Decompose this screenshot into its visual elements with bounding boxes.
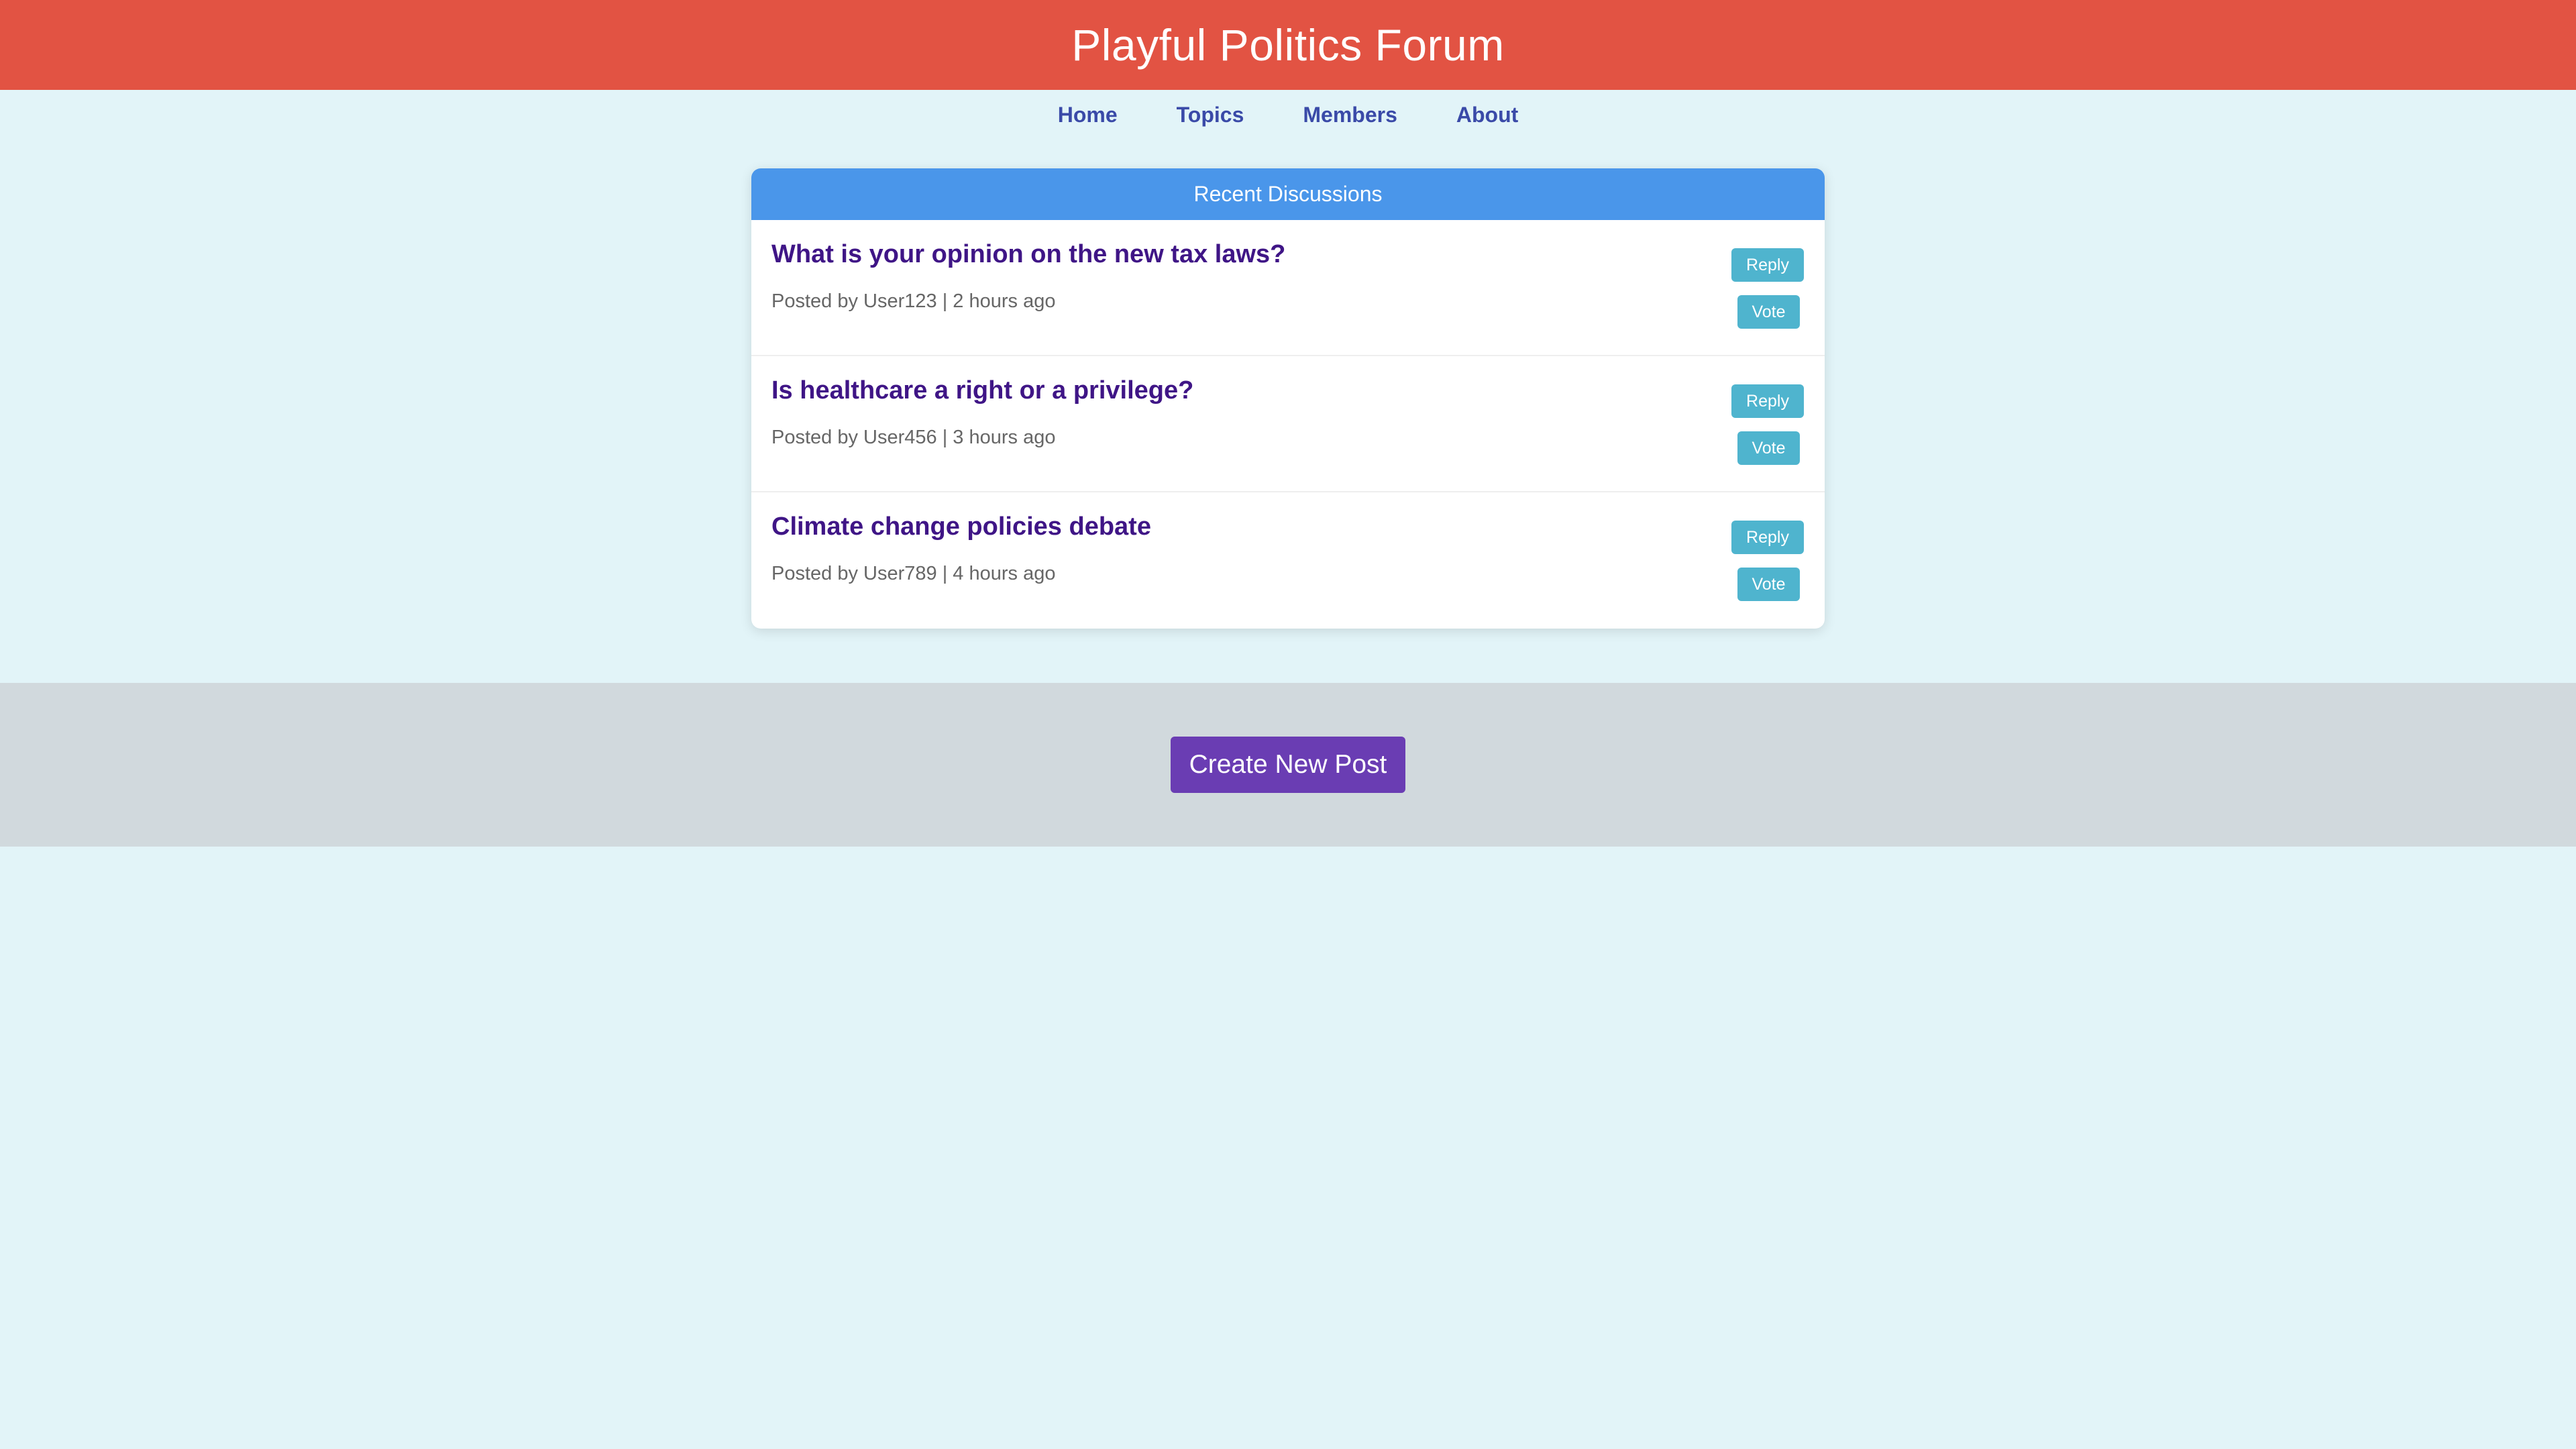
main-nav: Home Topics Members About [0, 90, 2576, 140]
vote-button[interactable]: Vote [1737, 431, 1800, 465]
post-title[interactable]: Climate change policies debate [771, 513, 1151, 541]
site-header: Playful Politics Forum [0, 0, 2576, 90]
reply-button[interactable]: Reply [1731, 248, 1804, 282]
list-item: Is healthcare a right or a privilege? Po… [751, 356, 1825, 492]
reply-button[interactable]: Reply [1731, 521, 1804, 554]
post-meta: Posted by User123 | 2 hours ago [771, 290, 1056, 312]
post-meta: Posted by User456 | 3 hours ago [771, 427, 1056, 448]
vote-button[interactable]: Vote [1737, 295, 1800, 329]
nav-home[interactable]: Home [1058, 103, 1118, 127]
site-title: Playful Politics Forum [1071, 20, 1505, 70]
vote-button[interactable]: Vote [1737, 568, 1800, 601]
nav-members[interactable]: Members [1303, 103, 1397, 127]
post-title[interactable]: What is your opinion on the new tax laws… [771, 240, 1285, 269]
create-new-post-button[interactable]: Create New Post [1171, 737, 1405, 793]
nav-about[interactable]: About [1456, 103, 1518, 127]
recent-discussions-card: Recent Discussions What is your opinion … [751, 168, 1825, 629]
list-item: What is your opinion on the new tax laws… [751, 220, 1825, 356]
card-heading: Recent Discussions [751, 168, 1825, 220]
list-item: Climate change policies debate Posted by… [751, 492, 1825, 629]
post-meta: Posted by User789 | 4 hours ago [771, 563, 1056, 584]
post-title[interactable]: Is healthcare a right or a privilege? [771, 376, 1193, 405]
nav-topics[interactable]: Topics [1177, 103, 1244, 127]
footer-bar: Create New Post [0, 683, 2576, 847]
reply-button[interactable]: Reply [1731, 384, 1804, 418]
